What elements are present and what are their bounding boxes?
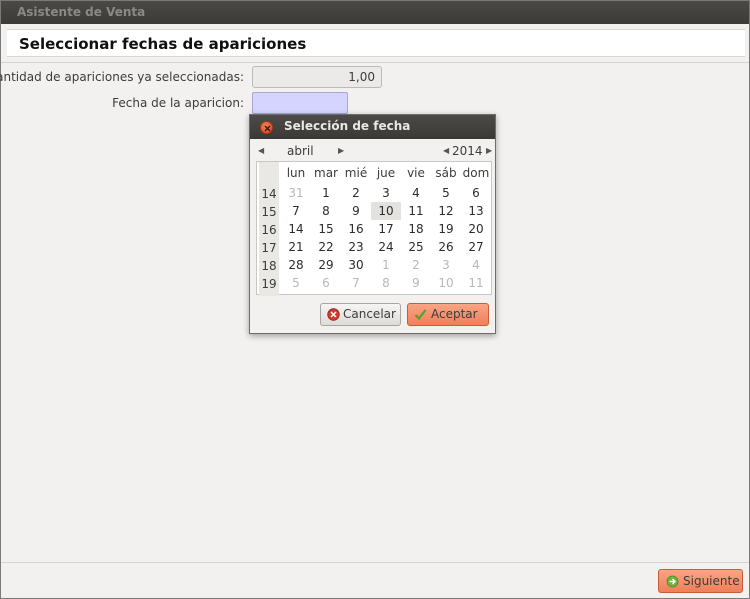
calendar-day[interactable]: 3: [431, 256, 461, 274]
next-month-icon[interactable]: ▶: [338, 142, 344, 160]
calendar-day[interactable]: 1: [311, 184, 341, 202]
checkmark-icon: [414, 309, 427, 321]
calendar-day[interactable]: 14: [281, 220, 311, 238]
page-header: Seleccionar fechas de apariciones: [7, 29, 745, 57]
calendar-day[interactable]: 3: [371, 184, 401, 202]
next-button-label: Siguiente: [683, 574, 740, 588]
calendar-day[interactable]: 21: [281, 238, 311, 256]
calendar-day[interactable]: 17: [371, 220, 401, 238]
next-year-icon[interactable]: ▶: [486, 142, 492, 160]
week-number: 15: [261, 205, 277, 219]
calendar-day-selected[interactable]: 10: [371, 202, 401, 220]
prev-year-icon[interactable]: ◀: [443, 142, 449, 160]
calendar-day[interactable]: 20: [461, 220, 491, 238]
calendar-day[interactable]: 30: [341, 256, 371, 274]
week-number: 19: [261, 277, 277, 291]
day-name-3: jue: [376, 166, 396, 180]
cancel-icon: [327, 308, 340, 321]
calendar-day[interactable]: 28: [281, 256, 311, 274]
calendar-day[interactable]: 8: [311, 202, 341, 220]
footer-separator: [1, 562, 749, 563]
calendar-day[interactable]: 2: [401, 256, 431, 274]
calendar-grid: 14 15 16 17 18 19 lun mar mié jue vie sáb dom 31 1 2 3…: [256, 161, 492, 296]
accept-button[interactable]: Aceptar: [407, 303, 489, 326]
day-name-0: lun: [286, 166, 306, 180]
count-field: 1,00: [252, 66, 382, 88]
week-number-column: 14 15 16 17 18 19: [259, 162, 279, 296]
cancel-button-label: Cancelar: [343, 307, 396, 321]
calendar-day[interactable]: 5: [431, 184, 461, 202]
accept-button-label: Aceptar: [431, 307, 478, 321]
calendar-day[interactable]: 23: [341, 238, 371, 256]
day-name-2: mié: [344, 166, 368, 180]
week-number: 14: [261, 187, 277, 201]
window-title: Asistente de Venta: [1, 1, 749, 24]
year-label: 2014: [452, 144, 483, 158]
calendar-day[interactable]: 25: [401, 238, 431, 256]
date-label: Fecha de la aparicion:: [112, 96, 244, 110]
header-separator: [1, 62, 749, 63]
calendar-day[interactable]: 18: [401, 220, 431, 238]
count-label: Cantidad de apariciones ya seleccionadas…: [0, 70, 244, 84]
dialog-buttons: Cancelar Aceptar: [250, 303, 495, 331]
calendar-day[interactable]: 9: [341, 202, 371, 220]
day-name-6: dom: [462, 166, 490, 180]
calendar-day[interactable]: 19: [431, 220, 461, 238]
day-name-1: mar: [314, 166, 338, 180]
calendar-day[interactable]: 5: [281, 274, 311, 292]
month-label: abril: [287, 144, 314, 158]
calendar-day[interactable]: 22: [311, 238, 341, 256]
week-number: 17: [261, 241, 277, 255]
arrow-right-icon: [666, 575, 679, 588]
day-name-4: vie: [407, 166, 425, 180]
calendar: ◀ abril ▶ ◀ 2014 ▶ 14 15 16 17 18 19 lun mar mi…: [254, 142, 492, 298]
day-name-5: sáb: [435, 166, 457, 180]
calendar-day[interactable]: 4: [461, 256, 491, 274]
dialog-titlebar: Selección de fecha: [250, 115, 495, 139]
calendar-day[interactable]: 6: [461, 184, 491, 202]
close-icon[interactable]: [260, 121, 273, 134]
page-title: Seleccionar fechas de apariciones: [19, 35, 307, 53]
next-button[interactable]: Siguiente: [658, 569, 743, 593]
calendar-day[interactable]: 27: [461, 238, 491, 256]
calendar-day[interactable]: 8: [371, 274, 401, 292]
calendar-day[interactable]: 31: [281, 184, 311, 202]
calendar-day[interactable]: 1: [371, 256, 401, 274]
calendar-day[interactable]: 11: [461, 274, 491, 292]
calendar-day[interactable]: 7: [341, 274, 371, 292]
calendar-day[interactable]: 10: [431, 274, 461, 292]
calendar-day[interactable]: 16: [341, 220, 371, 238]
calendar-day[interactable]: 12: [431, 202, 461, 220]
calendar-day[interactable]: 4: [401, 184, 431, 202]
calendar-day[interactable]: 13: [461, 202, 491, 220]
calendar-day[interactable]: 11: [401, 202, 431, 220]
calendar-day[interactable]: 15: [311, 220, 341, 238]
week-number: 18: [261, 259, 277, 273]
calendar-day[interactable]: 26: [431, 238, 461, 256]
calendar-day[interactable]: 6: [311, 274, 341, 292]
calendar-day[interactable]: 29: [311, 256, 341, 274]
calendar-day[interactable]: 24: [371, 238, 401, 256]
dialog-title: Selección de fecha: [284, 119, 411, 133]
prev-month-icon[interactable]: ◀: [258, 142, 264, 160]
calendar-day[interactable]: 9: [401, 274, 431, 292]
calendar-day[interactable]: 7: [281, 202, 311, 220]
calendar-day[interactable]: 2: [341, 184, 371, 202]
date-picker-dialog: Selección de fecha ◀ abril ▶ ◀ 2014 ▶ 14…: [249, 114, 496, 334]
week-number: 16: [261, 223, 277, 237]
date-field[interactable]: [252, 92, 348, 114]
cancel-button[interactable]: Cancelar: [320, 303, 401, 326]
